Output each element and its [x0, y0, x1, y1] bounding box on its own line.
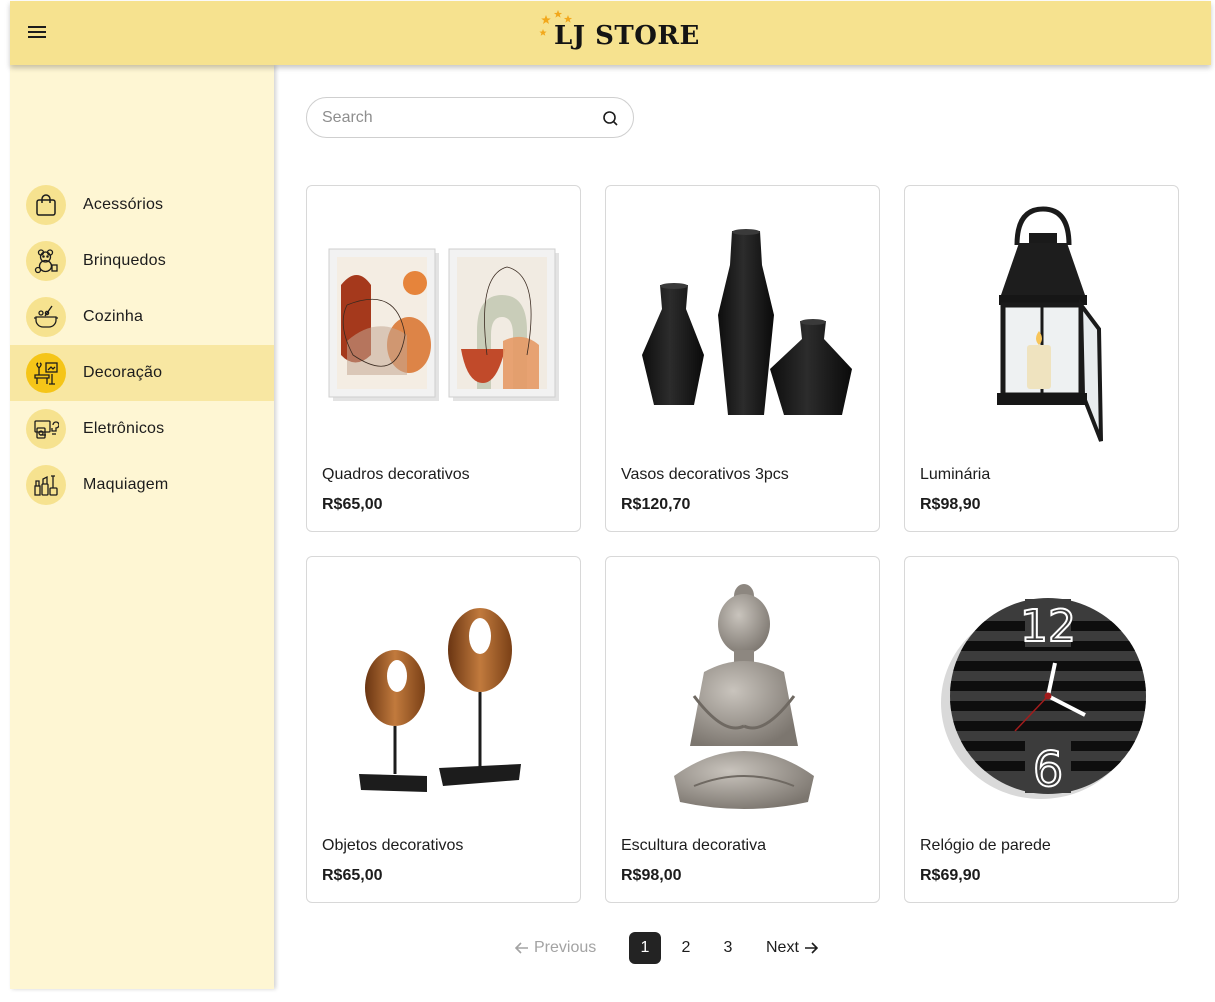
- search-input[interactable]: [322, 107, 582, 129]
- app-shell: LJ STORE Acessórios Brinquedos Cozinha D…: [10, 1, 1211, 989]
- top-bar: LJ STORE: [10, 1, 1211, 65]
- category-item-eletronicos[interactable]: Eletrônicos: [10, 401, 274, 457]
- arrow-right-icon: [804, 942, 818, 954]
- logo-text: LJ STORE: [554, 21, 700, 51]
- wall-clock-image: 12 6: [917, 571, 1168, 821]
- buddha-statue-image: [618, 571, 869, 821]
- makeup-icon: [26, 465, 66, 505]
- cooking-pot-icon: [26, 297, 66, 337]
- category-label: Decoração: [83, 364, 163, 381]
- store-logo[interactable]: LJ STORE: [538, 9, 699, 57]
- next-label: Next: [766, 939, 799, 956]
- product-name: Escultura decorativa: [621, 837, 766, 854]
- search-icon[interactable]: [602, 110, 619, 127]
- menu-icon[interactable]: [28, 23, 50, 43]
- product-price: R$98,90: [920, 496, 981, 513]
- home-decor-icon: [26, 353, 66, 393]
- product-card[interactable]: Luminária R$98,90: [904, 185, 1179, 532]
- category-label: Cozinha: [83, 308, 144, 325]
- category-list: Acessórios Brinquedos Cozinha Decoração …: [10, 177, 274, 513]
- electronics-icon: [26, 409, 66, 449]
- page-3-button[interactable]: 3: [712, 932, 744, 964]
- product-price: R$98,00: [621, 867, 682, 884]
- framed-art-image: [319, 200, 570, 450]
- category-item-acessorios[interactable]: Acessórios: [10, 177, 274, 233]
- teddy-bear-icon: [26, 241, 66, 281]
- vases-image: [618, 200, 869, 450]
- next-page-button[interactable]: Next: [766, 932, 823, 964]
- category-item-decoracao[interactable]: Decoração: [10, 345, 274, 401]
- svg-text:12: 12: [1020, 601, 1076, 652]
- category-label: Acessórios: [83, 196, 164, 213]
- previous-page-button[interactable]: Previous: [510, 932, 596, 964]
- category-item-cozinha[interactable]: Cozinha: [10, 289, 274, 345]
- product-price: R$65,00: [322, 867, 383, 884]
- pagination: Previous 1 2 3 Next: [510, 932, 830, 966]
- category-label: Brinquedos: [83, 252, 166, 269]
- product-card[interactable]: Quadros decorativos R$65,00: [306, 185, 581, 532]
- product-price: R$65,00: [322, 496, 383, 513]
- product-name: Relógio de parede: [920, 837, 1051, 854]
- product-name: Vasos decorativos 3pcs: [621, 466, 789, 483]
- main-content: Quadros decorativos R$65,00: [274, 65, 1211, 989]
- category-label: Maquiagem: [83, 476, 169, 493]
- category-item-maquiagem[interactable]: Maquiagem: [10, 457, 274, 513]
- category-label: Eletrônicos: [83, 420, 165, 437]
- svg-text:6: 6: [1032, 742, 1063, 798]
- product-card[interactable]: Objetos decorativos R$65,00: [306, 556, 581, 903]
- search-bar: [306, 97, 634, 138]
- page-2-button[interactable]: 2: [670, 932, 702, 964]
- product-card[interactable]: Escultura decorativa R$98,00: [605, 556, 880, 903]
- product-price: R$120,70: [621, 496, 691, 513]
- wooden-rings-image: [319, 571, 570, 821]
- product-card[interactable]: 12 6 Relógio de parede R$69,90: [904, 556, 1179, 903]
- product-card[interactable]: Vasos decorativos 3pcs R$120,70: [605, 185, 880, 532]
- product-name: Objetos decorativos: [322, 837, 464, 854]
- arrow-left-icon: [515, 942, 528, 954]
- lantern-image: [917, 200, 1168, 450]
- category-sidebar: Acessórios Brinquedos Cozinha Decoração …: [10, 65, 274, 989]
- shopping-bag-icon: [26, 185, 66, 225]
- product-price: R$69,90: [920, 867, 981, 884]
- category-item-brinquedos[interactable]: Brinquedos: [10, 233, 274, 289]
- product-name: Luminária: [920, 466, 991, 483]
- previous-label: Previous: [534, 939, 597, 956]
- page-1-button[interactable]: 1: [629, 932, 661, 964]
- product-name: Quadros decorativos: [322, 466, 470, 483]
